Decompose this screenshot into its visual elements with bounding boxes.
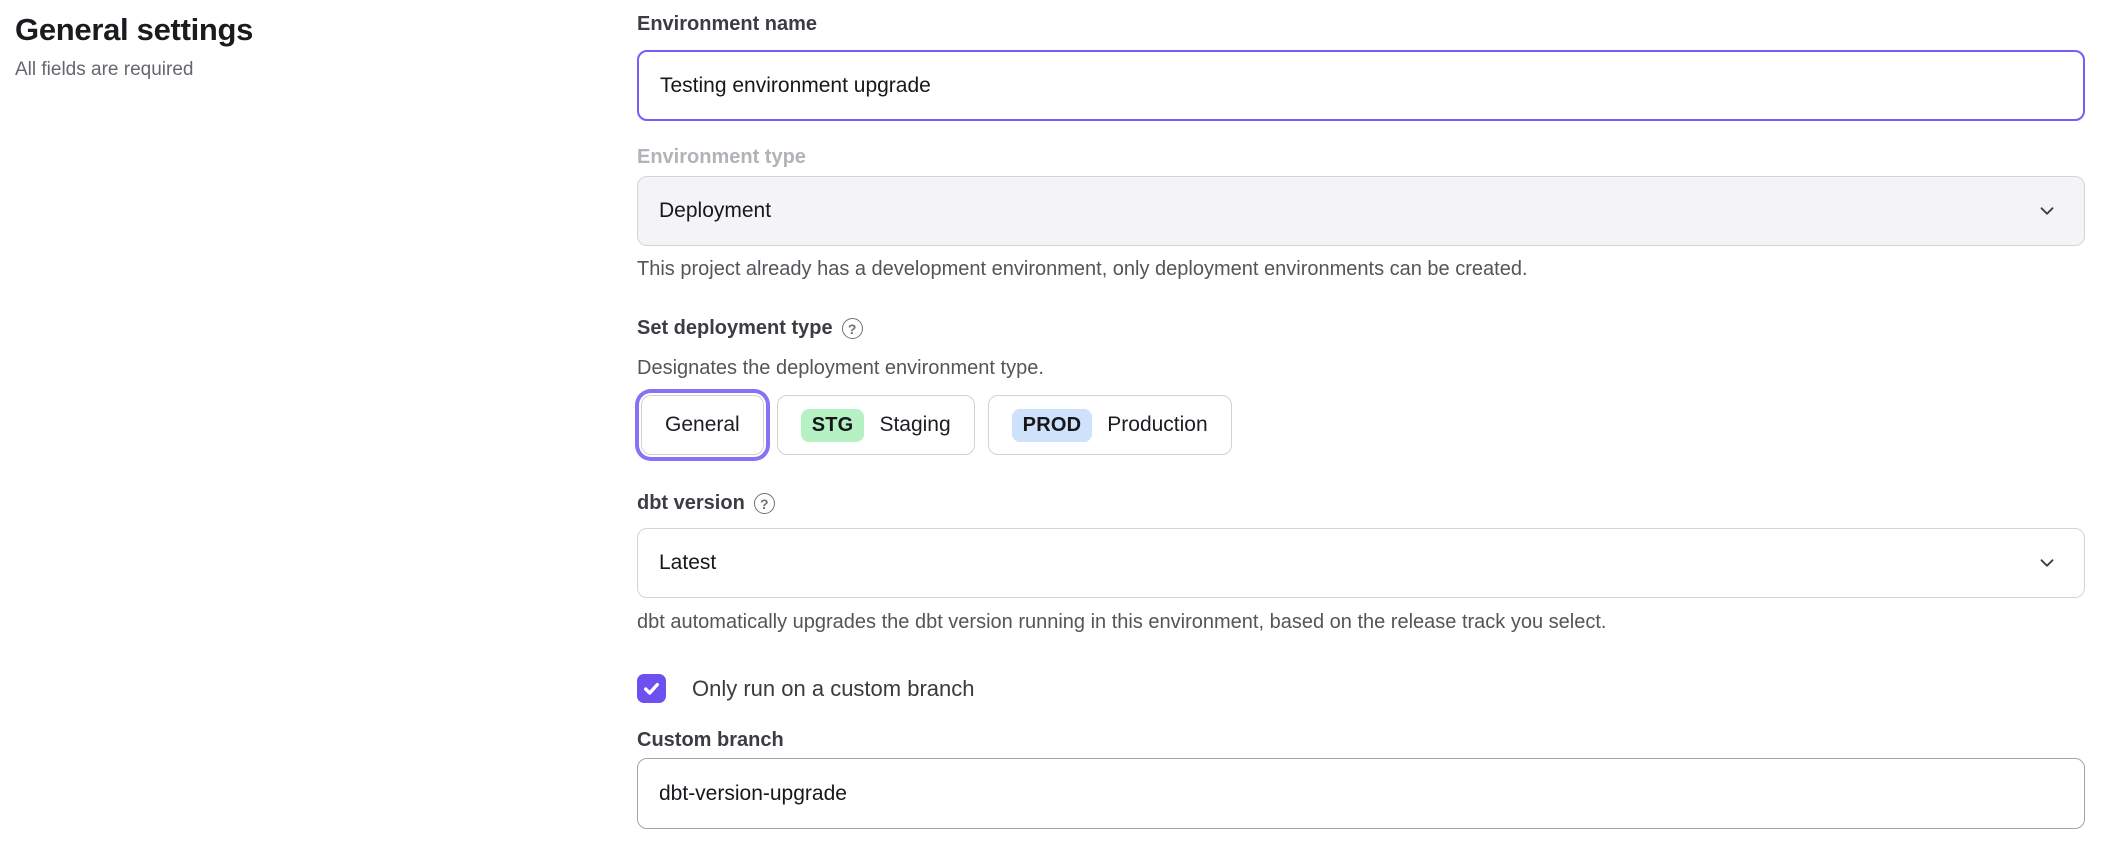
deployment-type-staging-label: Staging xyxy=(879,413,950,437)
checkmark-icon xyxy=(641,678,662,699)
deployment-type-staging-button[interactable]: STG Staging xyxy=(777,395,975,455)
production-badge: PROD xyxy=(1012,409,1093,442)
environment-name-input[interactable] xyxy=(637,50,2085,121)
dbt-version-label: dbt version ? xyxy=(637,492,2085,515)
page-header: General settings All fields are required xyxy=(15,12,253,81)
environment-type-select[interactable]: Deployment xyxy=(637,176,2085,246)
settings-form: Environment name Environment type Deploy… xyxy=(637,0,2085,864)
custom-branch-checkbox[interactable] xyxy=(637,674,666,703)
environment-type-helper: This project already has a development e… xyxy=(637,258,2085,281)
chevron-down-icon xyxy=(2036,200,2058,222)
environment-type-label: Environment type xyxy=(637,146,2085,169)
environment-type-value: Deployment xyxy=(659,199,771,223)
deployment-type-production-label: Production xyxy=(1107,413,1207,437)
dbt-version-value: Latest xyxy=(659,551,716,575)
environment-name-label: Environment name xyxy=(637,13,2085,36)
dbt-version-select[interactable]: Latest xyxy=(637,528,2085,598)
help-icon[interactable]: ? xyxy=(754,493,775,514)
help-icon[interactable]: ? xyxy=(842,318,863,339)
custom-branch-checkbox-label[interactable]: Only run on a custom branch xyxy=(692,676,974,702)
deployment-type-general-button[interactable]: General xyxy=(641,395,764,455)
deployment-type-general-label: General xyxy=(665,413,740,437)
deployment-type-label: Set deployment type ? xyxy=(637,317,2085,340)
custom-branch-toggle-row: Only run on a custom branch xyxy=(637,674,2085,703)
page-title: General settings xyxy=(15,12,253,48)
deployment-type-production-button[interactable]: PROD Production xyxy=(988,395,1232,455)
environment-settings-page: General settings All fields are required… xyxy=(0,0,2116,864)
staging-badge: STG xyxy=(801,409,865,442)
custom-branch-input[interactable] xyxy=(637,758,2085,829)
custom-branch-label: Custom branch xyxy=(637,729,2085,752)
page-subtitle: All fields are required xyxy=(15,59,253,81)
deployment-type-options: General STG Staging PROD Production xyxy=(637,395,2085,455)
dbt-version-helper: dbt automatically upgrades the dbt versi… xyxy=(637,611,2085,634)
chevron-down-icon xyxy=(2036,552,2058,574)
deployment-type-helper: Designates the deployment environment ty… xyxy=(637,357,2085,380)
